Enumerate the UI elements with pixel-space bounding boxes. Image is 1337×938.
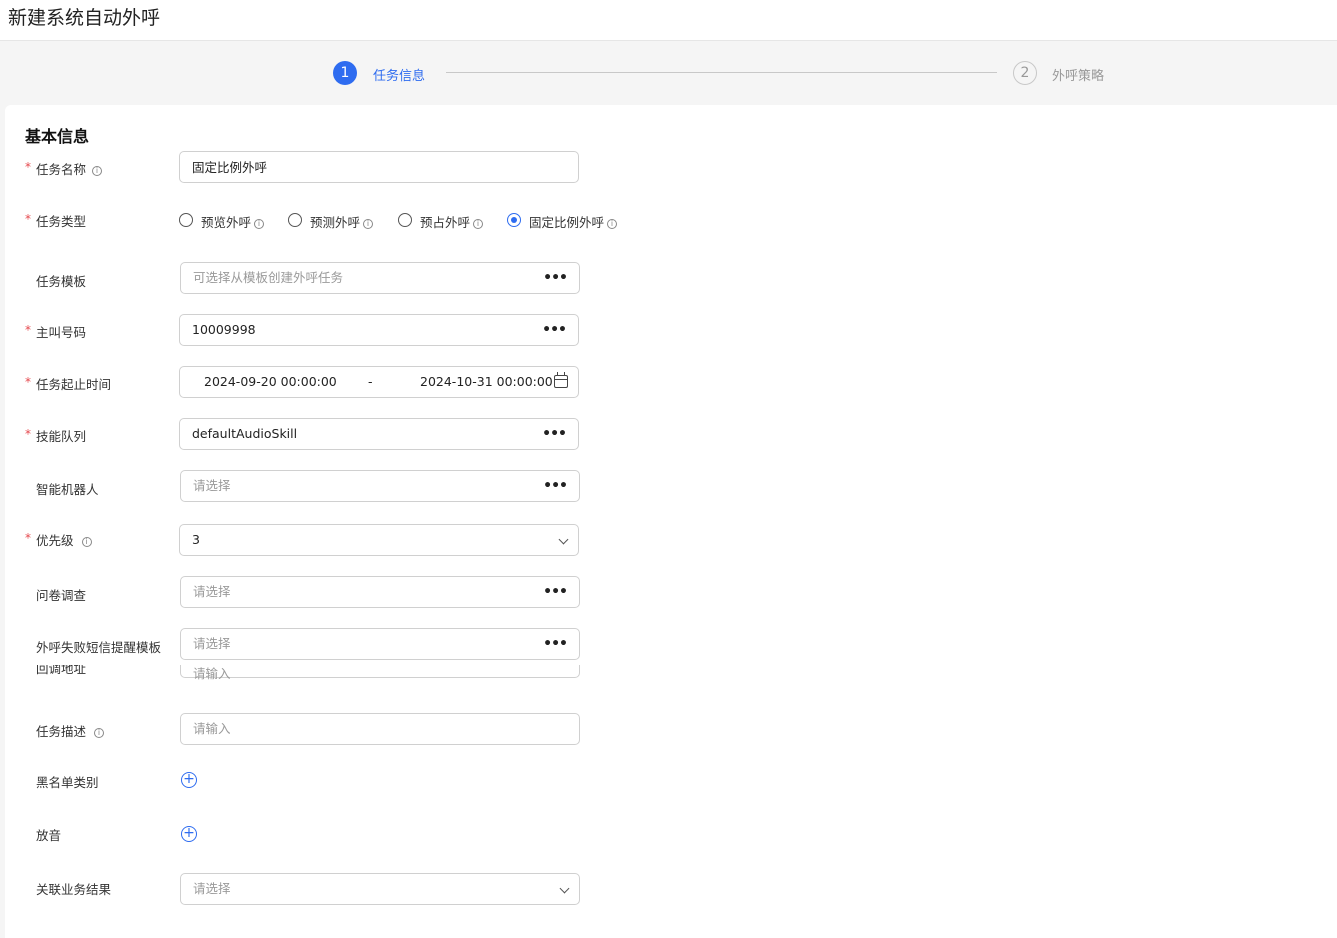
more-dots-icon[interactable]: ••• bbox=[543, 263, 568, 293]
more-dots-icon[interactable]: ••• bbox=[542, 419, 567, 449]
robot-label: 智能机器人 bbox=[36, 482, 99, 497]
calendar-icon[interactable] bbox=[554, 372, 568, 388]
blacklist-label: 黑名单类别 bbox=[36, 775, 99, 790]
priority-label: 优先级 i bbox=[36, 530, 92, 549]
skill-queue-value: defaultAudioSkill bbox=[192, 426, 298, 441]
task-name-label: 任务名称 i bbox=[36, 159, 103, 178]
info-icon[interactable]: i bbox=[94, 728, 105, 738]
more-dots-icon[interactable]: ••• bbox=[543, 577, 568, 607]
task-template-label: 任务模板 bbox=[36, 274, 87, 289]
business-result-row: 关联业务结果 请选择 bbox=[5, 873, 705, 905]
end-date[interactable]: 2024-10-31 00:00:00 bbox=[420, 367, 553, 397]
priority-select[interactable]: 3 bbox=[179, 524, 579, 556]
description-row: 任务描述 i bbox=[5, 713, 705, 745]
robot-field[interactable]: 请选择 ••• bbox=[180, 470, 580, 502]
date-separator: - bbox=[368, 374, 373, 389]
info-icon[interactable]: i bbox=[81, 537, 92, 547]
skill-queue-field[interactable]: defaultAudioSkill ••• bbox=[179, 418, 579, 450]
radio-button[interactable] bbox=[398, 213, 412, 227]
required-mark: * bbox=[25, 375, 31, 389]
info-icon[interactable]: i bbox=[363, 219, 374, 229]
task-type-row: * 任务类型 预览外呼 i 预测外呼 i 预占外呼 i 固定比例外呼 i bbox=[5, 211, 705, 231]
description-label: 任务描述 i bbox=[36, 721, 105, 740]
more-dots-icon[interactable]: ••• bbox=[542, 315, 567, 345]
required-mark: * bbox=[25, 212, 31, 226]
business-result-select[interactable]: 请选择 bbox=[180, 873, 580, 905]
form-card: 基本信息 * 任务名称i * 任务类型 预览外呼i 预测外呼i 预占外呼i bbox=[5, 105, 1337, 938]
task-name-input[interactable] bbox=[192, 152, 532, 180]
start-date[interactable]: 2024-09-20 00:00:00 bbox=[204, 367, 337, 397]
sms-template-label: 外呼失败短信提醒模板 bbox=[36, 640, 162, 655]
task-template-row: 任务模板 可选择从模板创建外呼任务 ••• bbox=[5, 262, 705, 294]
callback-url-label: 回调地址 bbox=[36, 665, 87, 676]
description-field[interactable] bbox=[180, 713, 580, 745]
required-mark: * bbox=[25, 427, 31, 441]
callback-url-placeholder: 请输入 bbox=[193, 666, 231, 681]
steps-bar: 1 任务信息 2 外呼策略 bbox=[0, 41, 1337, 105]
survey-field[interactable]: 请选择 ••• bbox=[180, 576, 580, 608]
step-1-label[interactable]: 任务信息 bbox=[373, 65, 425, 84]
info-icon[interactable]: i bbox=[473, 219, 484, 229]
step-2-indicator: 2 bbox=[1013, 61, 1037, 85]
add-playback-plus-icon[interactable]: + bbox=[181, 826, 197, 842]
survey-label: 问卷调查 bbox=[36, 588, 87, 603]
page-title: 新建系统自动外呼 bbox=[8, 7, 161, 29]
step-2-label[interactable]: 外呼策略 bbox=[1052, 65, 1104, 84]
section-title: 基本信息 bbox=[25, 127, 90, 146]
task-time-row: * 任务起止时间 2024-09-20 00:00:00 - 2024-10-3… bbox=[5, 366, 705, 398]
task-type-label: 任务类型 bbox=[36, 214, 87, 229]
date-range-picker[interactable]: 2024-09-20 00:00:00 - 2024-10-31 00:00:0… bbox=[179, 366, 579, 398]
skill-queue-label: 技能队列 bbox=[36, 429, 87, 444]
callback-url-field[interactable]: 请输入 bbox=[180, 665, 580, 681]
more-dots-icon[interactable]: ••• bbox=[543, 471, 568, 501]
task-time-label: 任务起止时间 bbox=[36, 377, 112, 392]
chevron-down-icon[interactable] bbox=[558, 534, 569, 545]
priority-row: * 优先级 i 3 bbox=[5, 524, 705, 556]
robot-row: 智能机器人 请选择 ••• bbox=[5, 470, 705, 502]
radio-button[interactable] bbox=[288, 213, 302, 227]
business-result-placeholder: 请选择 bbox=[193, 881, 231, 896]
playback-label: 放音 bbox=[36, 828, 62, 843]
caller-number-label: 主叫号码 bbox=[36, 325, 87, 340]
business-result-label: 关联业务结果 bbox=[36, 882, 112, 897]
required-mark: * bbox=[25, 323, 31, 337]
caller-number-field[interactable]: 10009998 ••• bbox=[179, 314, 579, 346]
survey-placeholder: 请选择 bbox=[193, 584, 231, 599]
page-header: 新建系统自动外呼 bbox=[0, 0, 1337, 41]
add-blacklist-plus-icon[interactable]: + bbox=[181, 772, 197, 788]
blacklist-row: 黑名单类别 + bbox=[5, 771, 705, 791]
task-name-row: * 任务名称 i bbox=[5, 151, 705, 183]
caller-number-value: 10009998 bbox=[192, 322, 256, 337]
caller-number-row: * 主叫号码 10009998 ••• bbox=[5, 314, 705, 346]
sms-template-row: 外呼失败短信提醒模板 请选择 ••• bbox=[5, 628, 705, 660]
step-1-indicator: 1 bbox=[333, 61, 357, 85]
chevron-down-icon[interactable] bbox=[559, 883, 570, 894]
info-icon[interactable]: i bbox=[92, 166, 103, 176]
skill-queue-row: * 技能队列 defaultAudioSkill ••• bbox=[5, 418, 705, 450]
sms-template-field[interactable]: 请选择 ••• bbox=[180, 628, 580, 660]
sms-template-placeholder: 请选择 bbox=[193, 636, 231, 651]
task-template-placeholder: 可选择从模板创建外呼任务 bbox=[193, 270, 344, 285]
more-dots-icon[interactable]: ••• bbox=[543, 629, 568, 659]
required-mark: * bbox=[25, 160, 31, 174]
required-mark: * bbox=[25, 531, 31, 545]
survey-row: 问卷调查 请选择 ••• bbox=[5, 576, 705, 608]
task-template-field[interactable]: 可选择从模板创建外呼任务 ••• bbox=[180, 262, 580, 294]
priority-value: 3 bbox=[192, 532, 200, 547]
info-icon[interactable]: i bbox=[254, 219, 265, 229]
info-icon[interactable]: i bbox=[607, 219, 618, 229]
description-input[interactable] bbox=[193, 714, 533, 743]
callback-url-row: 回调地址 请输入 bbox=[5, 665, 705, 693]
robot-placeholder: 请选择 bbox=[193, 478, 231, 493]
step-connector bbox=[446, 72, 997, 73]
task-name-field[interactable] bbox=[179, 151, 579, 183]
radio-button-selected[interactable] bbox=[507, 213, 521, 227]
playback-row: 放音 + bbox=[5, 825, 705, 845]
radio-button[interactable] bbox=[179, 213, 193, 227]
